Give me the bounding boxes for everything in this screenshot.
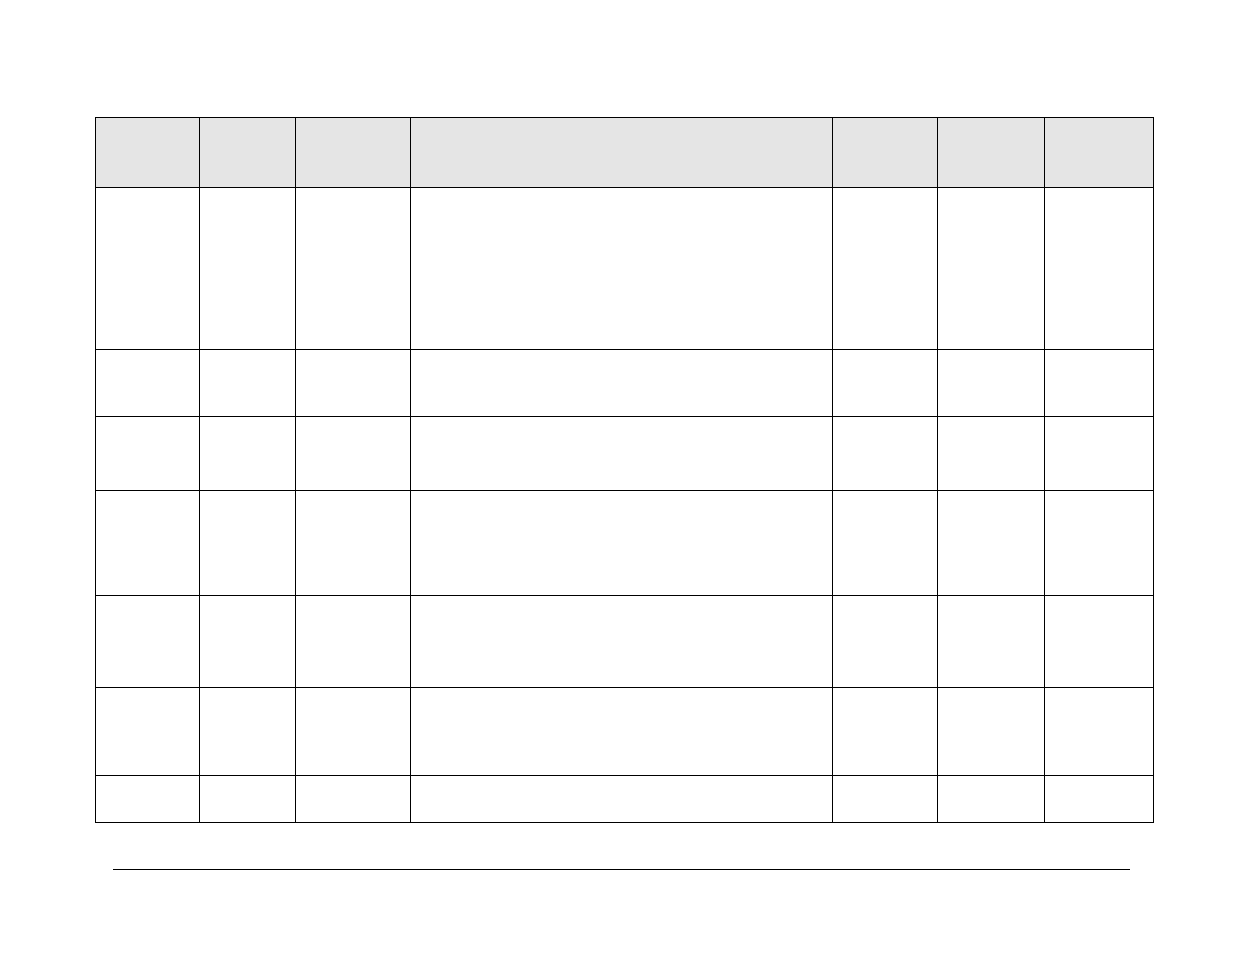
table-cell <box>411 188 833 350</box>
table-cell <box>200 596 296 688</box>
table-row <box>96 417 1154 491</box>
table-cell <box>833 491 938 596</box>
table-cell <box>96 188 200 350</box>
table-cell <box>833 776 938 823</box>
table-header-row <box>96 118 1154 188</box>
table-cell <box>938 188 1045 350</box>
data-table <box>95 117 1154 823</box>
horizontal-rule <box>113 869 1130 870</box>
table-cell <box>833 417 938 491</box>
table-header-cell <box>296 118 411 188</box>
table-cell <box>200 350 296 417</box>
table-header-cell <box>200 118 296 188</box>
table-row <box>96 596 1154 688</box>
table-header-cell <box>96 118 200 188</box>
table-cell <box>200 491 296 596</box>
table-cell <box>200 417 296 491</box>
table-cell <box>411 491 833 596</box>
table-cell <box>200 188 296 350</box>
table-cell <box>1045 417 1154 491</box>
table-cell <box>96 688 200 776</box>
table-header-cell <box>411 118 833 188</box>
table-cell <box>296 491 411 596</box>
table-cell <box>200 688 296 776</box>
table-cell <box>296 417 411 491</box>
table-cell <box>296 776 411 823</box>
table-cell <box>938 688 1045 776</box>
table-cell <box>296 350 411 417</box>
table-cell <box>296 688 411 776</box>
table-cell <box>1045 491 1154 596</box>
table-cell <box>938 491 1045 596</box>
table-cell <box>938 596 1045 688</box>
table-cell <box>833 188 938 350</box>
table-cell <box>938 417 1045 491</box>
table-cell <box>1045 188 1154 350</box>
table-cell <box>1045 688 1154 776</box>
table-cell <box>411 776 833 823</box>
table-header-cell <box>938 118 1045 188</box>
table-cell <box>833 350 938 417</box>
table-cell <box>96 417 200 491</box>
table-row <box>96 688 1154 776</box>
table-header-cell <box>1045 118 1154 188</box>
table-cell <box>411 688 833 776</box>
table-cell <box>938 776 1045 823</box>
table-cell <box>411 417 833 491</box>
table-cell <box>1045 350 1154 417</box>
document-page <box>0 0 1235 954</box>
table-cell <box>296 188 411 350</box>
table-row <box>96 350 1154 417</box>
table-cell <box>938 350 1045 417</box>
table-cell <box>833 596 938 688</box>
table-cell <box>296 596 411 688</box>
table-cell <box>1045 596 1154 688</box>
table-cell <box>200 776 296 823</box>
table-row <box>96 188 1154 350</box>
table-cell <box>96 491 200 596</box>
table-cell <box>1045 776 1154 823</box>
table-cell <box>411 350 833 417</box>
table-cell <box>96 350 200 417</box>
table-cell <box>833 688 938 776</box>
table-row <box>96 776 1154 823</box>
table-cell <box>96 776 200 823</box>
table-cell <box>411 596 833 688</box>
table-header-cell <box>833 118 938 188</box>
table-row <box>96 491 1154 596</box>
table-cell <box>96 596 200 688</box>
